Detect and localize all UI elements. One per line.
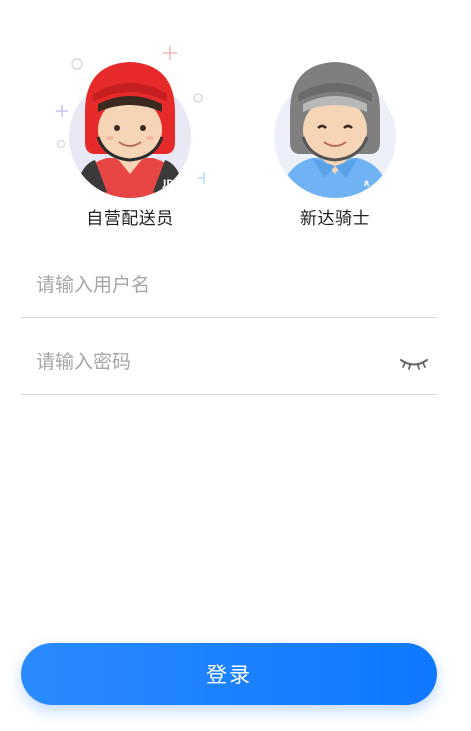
svg-text:JD: JD: [162, 179, 174, 189]
role-label-jd-courier: 自营配送员: [86, 209, 174, 229]
role-option-xinda-rider[interactable]: ጰ 新达骑士: [260, 42, 410, 232]
username-field: [21, 255, 437, 318]
role-option-jd-courier[interactable]: JD 自营配送员: [55, 42, 205, 232]
password-input[interactable]: [36, 344, 376, 380]
login-button[interactable]: 登录: [21, 643, 437, 705]
eye-closed-icon[interactable]: [399, 352, 429, 372]
password-field: [21, 332, 437, 395]
username-input[interactable]: [36, 267, 376, 303]
role-label-xinda-rider: 新达骑士: [300, 209, 370, 229]
xinda-rider-avatar: ጰ: [274, 62, 396, 198]
login-page: JD 自营配送员 ጰ 新达骑士 请输入用户名 登录: [0, 0, 471, 731]
jd-courier-avatar: JD: [56, 46, 205, 198]
svg-text:ጰ: ጰ: [364, 179, 370, 189]
